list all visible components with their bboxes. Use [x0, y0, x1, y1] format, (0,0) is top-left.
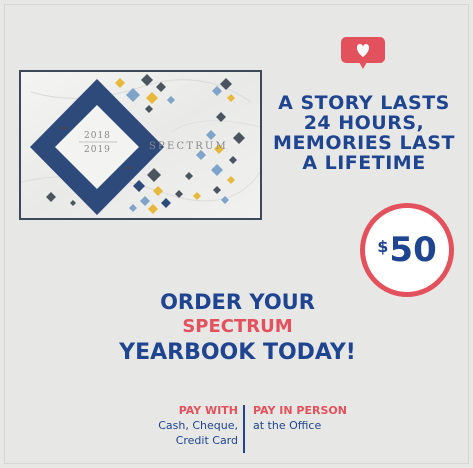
heart-speech-bubble-icon [341, 37, 385, 73]
cover-year-top: 2018 [84, 131, 111, 141]
order-line-1: ORDER YOUR [160, 290, 315, 314]
order-line-2: SPECTRUM [182, 316, 293, 337]
order-callout: ORDER YOUR SPECTRUM YEARBOOK TODAY! [100, 290, 375, 366]
price-amount: 50 [389, 230, 437, 270]
order-line-3: YEARBOOK TODAY! [119, 340, 356, 365]
cover-year-bottom: 2019 [84, 145, 111, 155]
payment-divider [243, 405, 245, 453]
pay-with-line: Credit Card [175, 434, 238, 447]
yearbook-cover-image: 2018 2019 SPECTRUM [19, 70, 262, 220]
price-currency: $ [377, 236, 389, 256]
pay-with-line: Cash, Cheque, [158, 419, 238, 432]
pay-in-person-line: at the Office [253, 419, 322, 432]
headline-line: A STORY LASTS [278, 92, 450, 114]
payment-info: PAY WITH Cash, Cheque, Credit Card PAY I… [140, 403, 370, 458]
poster: 2018 2019 SPECTRUM A STORY LASTS 24 HOUR… [0, 0, 473, 468]
headline: A STORY LASTS 24 HOURS, MEMORIES LAST A … [260, 93, 468, 173]
pay-in-person-heading: PAY IN PERSON [253, 404, 347, 417]
headline-line: 24 HOURS, [303, 112, 425, 134]
pay-with-heading: PAY WITH [178, 404, 238, 417]
headline-line: MEMORIES LAST [273, 132, 455, 154]
headline-line: A LIFETIME [302, 152, 426, 174]
payment-location: PAY IN PERSON at the Office [253, 403, 347, 433]
price-value: $50 [365, 208, 449, 292]
price-badge: $50 [360, 203, 454, 297]
cover-title: SPECTRUM [149, 141, 228, 152]
payment-methods: PAY WITH Cash, Cheque, Credit Card [158, 403, 238, 448]
